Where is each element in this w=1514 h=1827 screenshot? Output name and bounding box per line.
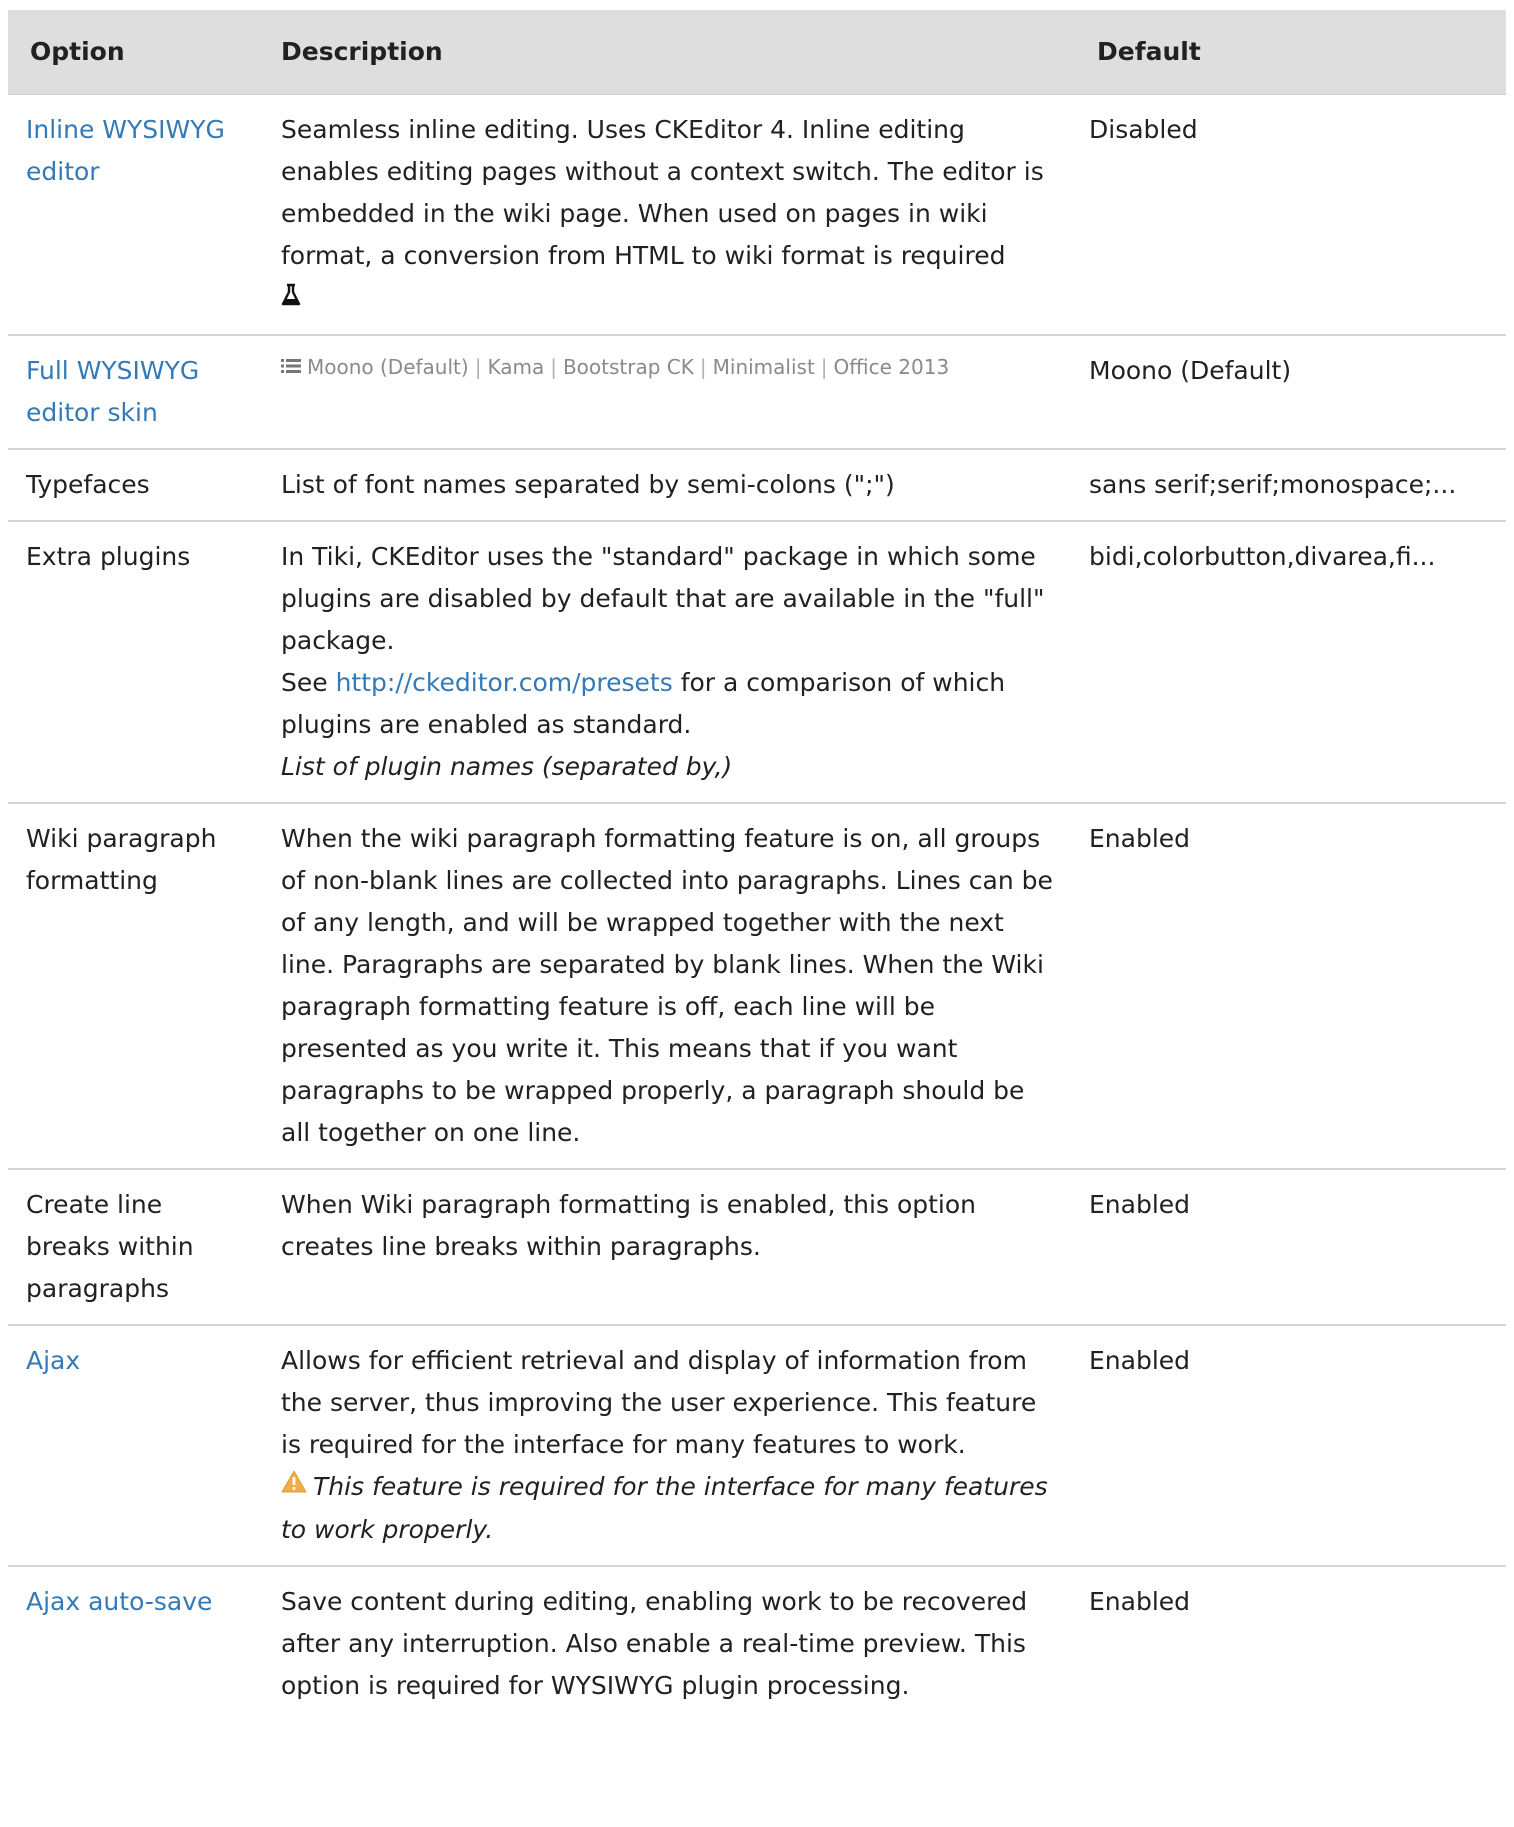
table-row: Ajax Allows for efficient retrieval and … — [8, 1325, 1506, 1567]
table-row: Full WYSIWYG editor skin Moono (Default)… — [8, 335, 1506, 450]
table-row: Extra plugins In Tiki, CKEditor uses the… — [8, 521, 1506, 804]
option-cell: Wiki paragraph formatting — [8, 803, 263, 1170]
option-cell: Create line breaks within paragraphs — [8, 1169, 263, 1326]
option-cell: Ajax auto-save — [8, 1566, 263, 1721]
description-cell: Save content during editing, enabling wo… — [281, 1587, 1028, 1700]
warning-text: This feature is required for the interfa… — [281, 1472, 1048, 1544]
description-cell: List of font names separated by semi-col… — [263, 449, 1079, 522]
default-cell: Enabled — [1079, 1325, 1506, 1567]
skin-separator: | — [820, 355, 828, 379]
description-cell: When the wiki paragraph formatting featu… — [263, 803, 1079, 1170]
description-cell: Moono (Default) | Kama | Bootstrap CK | Minima… — [263, 335, 1079, 450]
default-cell: Enabled — [1079, 803, 1506, 1170]
option-link-ajax[interactable]: Ajax — [26, 1346, 80, 1375]
description-cell: Seamless inline editing. Uses CKEditor 4… — [263, 94, 1079, 336]
presets-link[interactable]: http://ckeditor.com/presets — [336, 668, 673, 697]
option-link-inline-wysiwyg[interactable]: Inline WYSIWYG editor — [26, 115, 225, 186]
default-cell: Enabled — [1089, 1587, 1191, 1616]
option-cell: Full WYSIWYG editor skin — [8, 335, 263, 450]
option-cell: Extra plugins — [8, 521, 263, 804]
column-header-description: Description — [263, 10, 1079, 95]
description-text: Seamless inline editing. Uses CKEditor 4… — [281, 115, 1044, 270]
skin-option[interactable]: Moono (Default) — [307, 355, 469, 379]
option-cell: Ajax — [8, 1325, 263, 1567]
list-icon — [281, 350, 301, 384]
table-row: Ajax auto-save Save content during editi… — [8, 1566, 1506, 1721]
hint-text: List of plugin names (separated by,) — [281, 752, 733, 781]
description-cell: When Wiki paragraph formatting is enable… — [263, 1169, 1079, 1326]
skin-separator: | — [474, 355, 482, 379]
skin-separator: | — [550, 355, 557, 379]
skin-separator: | — [699, 355, 707, 379]
description-cell: In Tiki, CKEditor uses the "standard" pa… — [263, 521, 1079, 804]
table-row: Inline WYSIWYG editor Seamless inline ed… — [8, 94, 1506, 336]
table-header-row: Option Description Default — [8, 10, 1506, 95]
warning-icon — [281, 1464, 307, 1506]
description-text: In Tiki, CKEditor uses the "standard" pa… — [281, 542, 1045, 655]
flask-icon — [281, 278, 301, 320]
option-link-ajax-autosave[interactable]: Ajax auto-save — [26, 1587, 212, 1616]
default-cell: sans serif;serif;monospace;... — [1079, 449, 1506, 522]
option-link-editor-skin[interactable]: Full WYSIWYG editor skin — [26, 356, 199, 427]
skin-option[interactable]: Minimalist — [713, 355, 815, 379]
preferences-table-container: Option Description Default Inline WYSIWY… — [8, 10, 1506, 1721]
skin-option[interactable]: Office 2013 — [834, 355, 950, 379]
skin-option[interactable]: Bootstrap CK — [563, 355, 694, 379]
skin-option[interactable]: Kama — [487, 355, 544, 379]
preferences-table: Option Description Default Inline WYSIWY… — [8, 10, 1506, 1721]
table-row: Wiki paragraph formatting When the wiki … — [8, 803, 1506, 1170]
table-row: Typefaces List of font names separated b… — [8, 449, 1506, 522]
option-cell: Inline WYSIWYG editor — [8, 94, 263, 336]
description-text: Allows for efficient retrieval and displ… — [281, 1346, 1037, 1459]
column-header-option: Option — [8, 10, 263, 95]
see-prefix: See — [281, 668, 336, 697]
skin-list: Moono (Default) | Kama | Bootstrap CK | Minima… — [281, 350, 1061, 386]
default-cell: Disabled — [1079, 94, 1506, 336]
default-cell: Moono (Default) — [1079, 335, 1506, 450]
column-header-default: Default — [1079, 10, 1506, 95]
default-cell: Enabled — [1079, 1169, 1506, 1326]
description-cell: Allows for efficient retrieval and displ… — [263, 1325, 1079, 1567]
option-cell: Typefaces — [8, 449, 263, 522]
default-cell: bidi,colorbutton,divarea,fi... — [1079, 521, 1506, 804]
table-row: Create line breaks within paragraphs Whe… — [8, 1169, 1506, 1326]
